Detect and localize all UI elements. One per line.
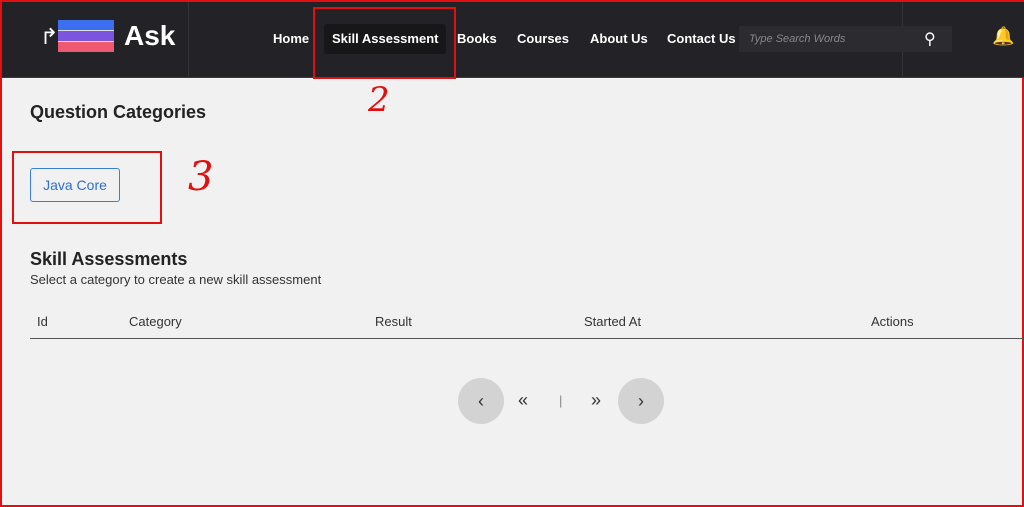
first-page-button[interactable]: « — [518, 390, 528, 411]
assessments-subtitle: Select a category to create a new skill … — [30, 272, 322, 287]
logo[interactable]: ↱ Ask — [40, 20, 175, 52]
annotation-box-2 — [313, 7, 456, 79]
table-header-divider — [30, 338, 1024, 339]
page-separator: | — [559, 393, 563, 408]
assessments-title: Skill Assessments — [30, 249, 188, 269]
column-category: Category — [129, 314, 182, 329]
nav-books[interactable]: Books — [449, 24, 505, 54]
logo-text: Ask — [124, 20, 176, 51]
next-page-button[interactable]: › — [618, 378, 664, 424]
column-id: Id — [37, 314, 48, 329]
prev-page-button[interactable]: ‹ — [458, 378, 504, 424]
arrow-icon: ↱ — [40, 24, 59, 49]
nav-courses[interactable]: Courses — [509, 24, 577, 54]
annotation-label-3: 3 — [188, 154, 214, 200]
bell-icon[interactable]: 🔔 — [992, 26, 1014, 47]
column-actions: Actions — [871, 314, 914, 329]
last-page-button[interactable]: » — [591, 390, 601, 411]
annotation-label-2: 2 — [368, 80, 390, 120]
column-started-at: Started At — [584, 314, 642, 329]
annotation-box-3 — [12, 151, 162, 224]
categories-title: Question Categories — [30, 102, 207, 122]
nav-about-us[interactable]: About Us — [582, 24, 656, 54]
search-icon[interactable]: ⚲ — [924, 29, 936, 49]
divider — [188, 2, 189, 78]
nav-home[interactable]: Home — [265, 24, 317, 54]
nav-contact-us[interactable]: Contact Us — [659, 24, 744, 54]
top-navbar: ↱ Ask Home Skill Assessment Books Course… — [2, 2, 1024, 78]
column-result: Result — [375, 314, 412, 329]
search-input[interactable] — [739, 26, 952, 52]
logo-mark — [58, 20, 114, 52]
